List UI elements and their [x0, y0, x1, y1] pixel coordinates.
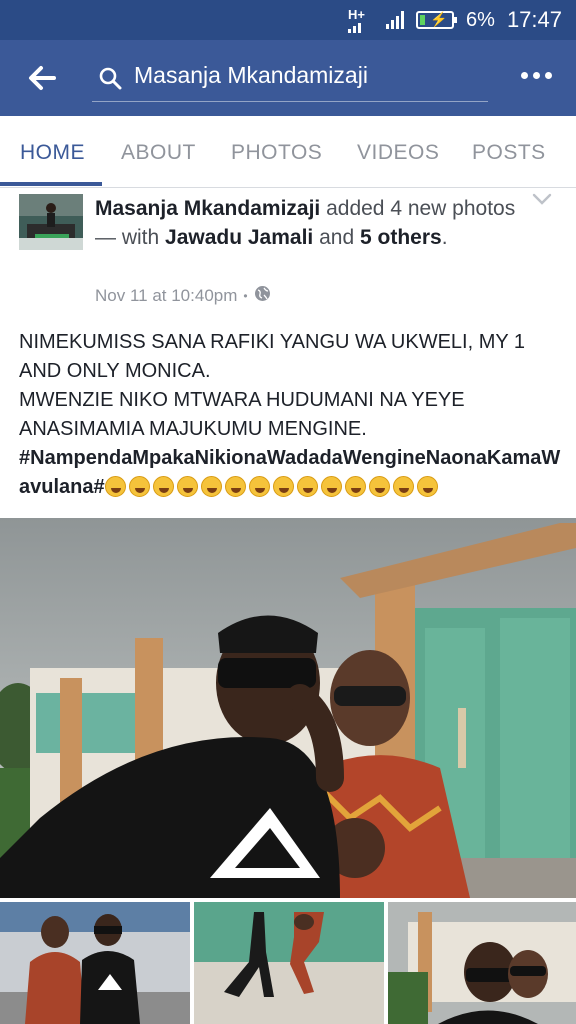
- tab-videos[interactable]: VIDEOS: [357, 116, 439, 188]
- laughing-emoji-icon: [152, 476, 174, 497]
- author-name[interactable]: Masanja Mkandamizaji: [95, 197, 320, 220]
- post-header: Masanja Mkandamizaji added 4 new photos …: [95, 194, 535, 252]
- network-type-icon: H+: [348, 7, 374, 33]
- laughing-emoji-icon: [320, 476, 342, 497]
- app-bar: Masanja Mkandamizaji: [0, 40, 576, 116]
- battery-percent: 6%: [466, 8, 495, 31]
- laughing-emoji-icon: [368, 476, 390, 497]
- clock: 17:47: [506, 7, 562, 32]
- tagged-friend[interactable]: Jawadu Jamali: [165, 226, 313, 249]
- tab-posts[interactable]: POSTS: [472, 116, 546, 188]
- post-timestamp[interactable]: Nov 11 at 10:40pm: [95, 286, 237, 306]
- status-right: H+ ⚡ 6% 17:47: [348, 0, 562, 40]
- post-photo-thumb-1[interactable]: [0, 902, 190, 1024]
- profile-tabs: HOME ABOUT PHOTOS VIDEOS POSTS: [0, 116, 576, 188]
- post-meta: Nov 11 at 10:40pm •: [95, 285, 271, 307]
- data-signal-icon: [348, 23, 362, 33]
- chevron-down-icon[interactable]: [532, 192, 552, 211]
- post-line-1: NIMEKUMISS SANA RAFIKI YANGU WA UKWELI, …: [19, 331, 526, 382]
- laughing-emoji-icon: [344, 476, 366, 497]
- laughing-emoji-icon: [272, 476, 294, 497]
- globe-icon: [254, 285, 271, 307]
- post-line-2: MWENZIE NIKO MTWARA HUDUMANI NA YEYE ANA…: [19, 389, 465, 440]
- back-arrow-icon[interactable]: [24, 60, 60, 96]
- battery-icon: ⚡: [416, 11, 458, 29]
- post-body: NIMEKUMISS SANA RAFIKI YANGU WA UKWELI, …: [19, 328, 564, 502]
- status-bar: H+ ⚡ 6% 17:47: [0, 0, 576, 40]
- search-query: Masanja Mkandamizaji: [134, 62, 368, 88]
- laughing-emoji-icon: [416, 476, 438, 497]
- active-tab-indicator: [0, 182, 102, 186]
- laughing-emoji-icon: [176, 476, 198, 497]
- tab-photos[interactable]: PHOTOS: [231, 116, 322, 188]
- tab-home[interactable]: HOME: [20, 116, 85, 188]
- author-avatar[interactable]: [19, 194, 83, 250]
- laughing-emoji-icon: [128, 476, 150, 497]
- laughing-emoji-icon: [224, 476, 246, 497]
- network-type-label: H+: [348, 7, 366, 22]
- signal-strength-icon: [386, 11, 405, 29]
- laughing-emoji-icon: [392, 476, 414, 497]
- tab-about[interactable]: ABOUT: [121, 116, 196, 188]
- post-photo-thumb-3[interactable]: [388, 902, 576, 1024]
- search-icon: [98, 66, 122, 95]
- meta-separator: •: [243, 289, 248, 303]
- tagged-others[interactable]: 5 others: [360, 226, 442, 249]
- laughing-emoji-row: [104, 476, 441, 498]
- post-photo-main[interactable]: [0, 518, 576, 898]
- post-action-period: .: [441, 226, 448, 249]
- laughing-emoji-icon: [200, 476, 222, 497]
- search-field[interactable]: Masanja Mkandamizaji: [92, 52, 488, 102]
- laughing-emoji-icon: [104, 476, 126, 497]
- laughing-emoji-icon: [296, 476, 318, 497]
- more-options-icon[interactable]: [521, 72, 552, 79]
- post-action-and: and: [313, 226, 360, 249]
- laughing-emoji-icon: [248, 476, 270, 497]
- post-photo-thumb-2[interactable]: [194, 902, 384, 1024]
